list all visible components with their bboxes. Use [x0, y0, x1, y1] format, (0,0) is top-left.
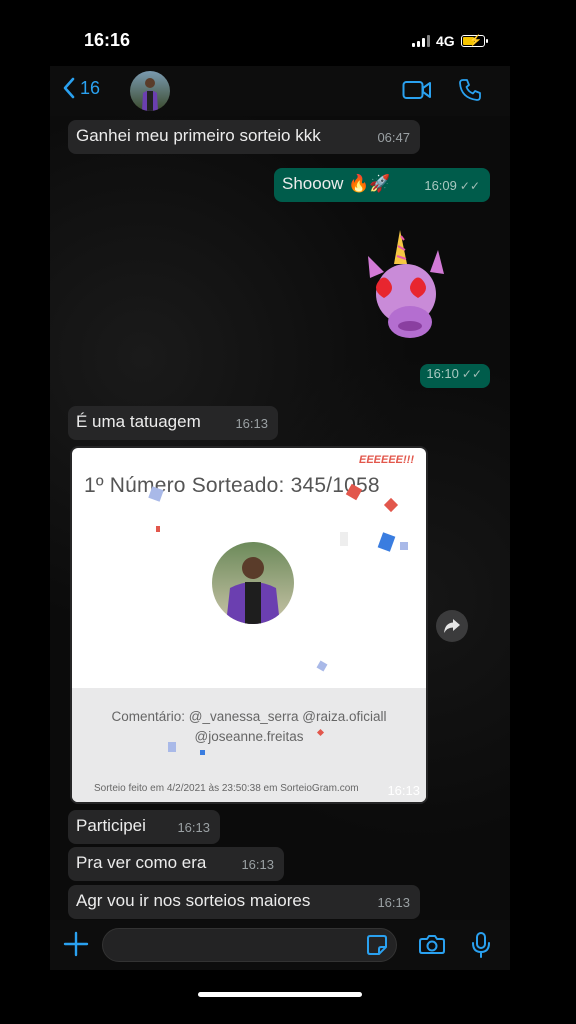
sticker-button[interactable] — [366, 934, 388, 961]
message-time: 06:47 — [377, 130, 410, 145]
message-incoming[interactable]: Agr vou ir nos sorteios maiores 16:13 — [68, 885, 420, 919]
video-call-button[interactable] — [402, 79, 432, 106]
message-input-bar — [50, 920, 510, 970]
image-message[interactable]: EEEEEE!!! 1º Número Sorteado: 345/1058 C… — [70, 446, 428, 804]
message-time: 16:09 ✓✓ — [424, 178, 480, 193]
message-incoming[interactable]: É uma tatuagem 16:13 — [68, 406, 278, 440]
person-icon — [142, 78, 158, 111]
unicorn-sticker[interactable] — [360, 226, 450, 346]
battery-icon: ⚡ — [460, 35, 488, 47]
message-time: 16:13 — [377, 895, 410, 910]
confetti — [200, 750, 205, 755]
signal-icon — [412, 35, 430, 47]
camera-button[interactable] — [419, 933, 445, 960]
back-button[interactable]: 16 — [62, 77, 100, 99]
image-comment: Comentário: @_vanessa_serra @raiza.ofici… — [111, 709, 387, 744]
message-input[interactable] — [102, 928, 397, 962]
back-count: 16 — [80, 77, 101, 98]
winner-photo — [212, 542, 294, 624]
plus-icon — [63, 931, 89, 957]
chat-area[interactable]: Ganhei meu primeiro sorteio kkk 06:47 Sh… — [50, 116, 510, 920]
network-label: 4G — [436, 33, 455, 49]
voice-call-button[interactable] — [458, 78, 482, 107]
message-time: 16:13 — [177, 820, 210, 835]
confetti — [400, 542, 408, 550]
message-outgoing[interactable]: Shooow 🔥🚀 16:09 ✓✓ — [274, 168, 490, 202]
attach-button[interactable] — [62, 930, 90, 963]
back-chevron-icon — [63, 77, 75, 99]
read-ticks-icon: ✓✓ — [459, 179, 480, 193]
confetti — [340, 532, 348, 546]
forward-icon — [444, 619, 460, 633]
camera-icon — [419, 935, 445, 954]
message-time: 16:13 — [241, 857, 274, 872]
message-incoming[interactable]: Participei 16:13 — [68, 810, 220, 844]
message-incoming[interactable]: Ganhei meu primeiro sorteio kkk 06:47 — [68, 120, 420, 154]
message-text: Shooow 🔥🚀 — [282, 174, 391, 193]
image-footer: Sorteio feito em 4/2/2021 às 23:50:38 em… — [94, 783, 359, 794]
message-time: 16:13 — [235, 416, 268, 431]
image-shoutout: EEEEEE!!! — [358, 454, 414, 466]
message-text: Participei — [76, 816, 146, 835]
message-incoming[interactable]: Pra ver como era 16:13 — [68, 847, 284, 881]
message-time: 16:13 — [387, 783, 420, 798]
confetti — [383, 497, 399, 513]
confetti — [316, 660, 328, 672]
sticker-icon — [367, 935, 387, 955]
sticker-time-badge: 16:10 ✓✓ — [420, 364, 490, 388]
status-indicators: 4G ⚡ — [412, 33, 488, 49]
confetti — [168, 742, 176, 752]
message-text: Agr vou ir nos sorteios maiores — [76, 891, 311, 910]
chat-header: 16 — [50, 66, 510, 116]
message-text: Pra ver como era — [76, 853, 207, 872]
read-ticks-icon: ✓✓ — [461, 367, 482, 381]
microphone-button[interactable] — [471, 931, 491, 964]
contact-avatar[interactable] — [130, 71, 170, 111]
video-icon — [402, 81, 431, 99]
raffle-result-image[interactable]: EEEEEE!!! 1º Número Sorteado: 345/1058 C… — [72, 448, 426, 802]
message-text: Ganhei meu primeiro sorteio kkk — [76, 126, 321, 145]
confetti — [148, 486, 164, 502]
confetti — [377, 532, 396, 552]
person-icon — [226, 557, 280, 624]
image-title: 1º Número Sorteado: 345/1058 — [84, 474, 380, 497]
forward-button[interactable] — [436, 610, 468, 642]
status-time: 16:16 — [84, 30, 131, 50]
home-indicator[interactable] — [198, 992, 362, 997]
phone-icon — [459, 79, 481, 101]
mic-icon — [472, 932, 490, 958]
message-text: É uma tatuagem — [76, 412, 201, 431]
message-time: 16:10 ✓✓ — [426, 366, 482, 381]
confetti — [156, 526, 160, 532]
